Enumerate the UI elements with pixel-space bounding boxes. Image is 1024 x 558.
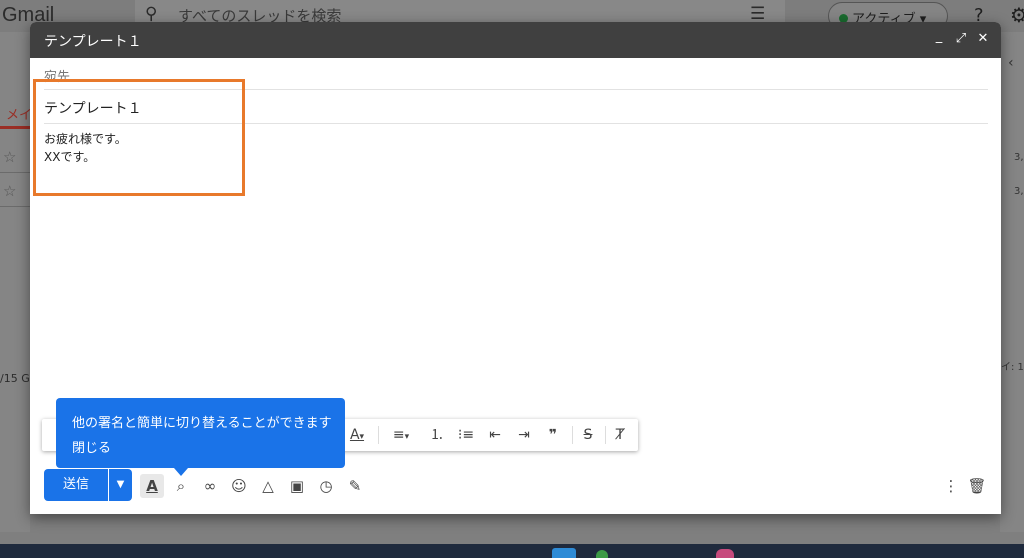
subject-value: テンプレート１ xyxy=(44,101,142,117)
mail-list-right xyxy=(1000,32,1024,532)
activity-info: イ: 1 xyxy=(1001,362,1024,373)
attach-icon[interactable]: ⌕ xyxy=(169,474,193,498)
emoji-icon[interactable]: ☺ xyxy=(227,474,251,498)
strikethrough-icon[interactable]: S xyxy=(577,425,599,445)
numbered-list-icon[interactable]: ⒈ xyxy=(426,425,448,445)
message-body[interactable]: お疲れ様です。 XXです。 xyxy=(44,130,988,390)
compose-header[interactable]: テンプレート１ _ ⤢ ✕ xyxy=(30,22,1001,58)
formatting-options-icon[interactable]: A xyxy=(140,474,164,498)
indent-more-icon[interactable]: ⇥ xyxy=(513,425,535,445)
mail-date: 3, xyxy=(1014,186,1024,197)
send-button[interactable]: 送信 xyxy=(44,469,108,501)
toolbar-divider xyxy=(605,426,606,444)
send-options-icon[interactable]: ▼ xyxy=(109,469,132,501)
text-color-label: A xyxy=(349,427,360,443)
body-line: お疲れ様です。 xyxy=(44,132,127,146)
compose-window: テンプレート１ _ ⤢ ✕ 宛先 テンプレート１ お疲れ様です。 XXです。 A… xyxy=(30,22,1001,514)
more-options-icon[interactable]: ⋮ xyxy=(939,474,963,498)
bulleted-list-icon[interactable]: ⁝≡ xyxy=(455,425,477,445)
taskbar-app[interactable] xyxy=(596,550,608,558)
search-icon[interactable]: ⚲ xyxy=(145,4,157,24)
mail-date: 3, xyxy=(1014,152,1024,163)
link-icon[interactable]: ∞ xyxy=(198,474,222,498)
toolbar-divider xyxy=(572,426,573,444)
compose-title: テンプレート１ xyxy=(44,34,142,50)
confidential-icon[interactable]: ◷ xyxy=(314,474,338,498)
taskbar xyxy=(0,544,1024,558)
signature-tooltip: 他の署名と簡単に切り替えることができます 閉じる xyxy=(56,398,345,468)
tooltip-close-link[interactable]: 閉じる xyxy=(72,437,111,456)
text-color-icon[interactable]: A▾ xyxy=(345,425,369,445)
indent-less-icon[interactable]: ⇤ xyxy=(484,425,506,445)
minimize-icon[interactable]: _ xyxy=(929,27,949,47)
drive-icon[interactable]: △ xyxy=(256,474,280,498)
photo-icon[interactable]: ▣ xyxy=(285,474,309,498)
star-icon[interactable]: ☆ xyxy=(3,148,16,166)
row-divider xyxy=(0,172,30,173)
signature-icon[interactable]: ✎ xyxy=(343,474,367,498)
body-line: XXです。 xyxy=(44,150,96,164)
discard-icon[interactable]: 🗑 xyxy=(965,474,989,498)
chevron-left-icon[interactable]: ‹ xyxy=(1008,55,1014,71)
close-icon[interactable]: ✕ xyxy=(973,29,993,49)
search-options-icon[interactable]: ☰ xyxy=(750,4,765,24)
tab-indicator xyxy=(0,126,30,129)
taskbar-app[interactable] xyxy=(552,548,576,558)
subject-field[interactable]: テンプレート１ xyxy=(44,90,988,124)
recipients-field[interactable]: 宛先 xyxy=(44,58,988,90)
taskbar-app[interactable] xyxy=(716,549,734,558)
tooltip-text: 他の署名と簡単に切り替えることができます xyxy=(72,416,332,431)
tab-primary[interactable]: メイ xyxy=(6,104,32,123)
to-label: 宛先 xyxy=(44,70,71,85)
fullscreen-icon[interactable]: ⤢ xyxy=(951,29,971,49)
gear-icon[interactable]: ⚙ xyxy=(1010,3,1024,27)
align-icon[interactable]: ≡▾ xyxy=(386,425,416,445)
row-divider xyxy=(0,206,30,207)
toolbar-divider xyxy=(378,426,379,444)
star-icon[interactable]: ☆ xyxy=(3,182,16,200)
quote-icon[interactable]: ❞ xyxy=(542,425,564,445)
remove-formatting-icon[interactable]: Ⱦ xyxy=(609,425,631,445)
